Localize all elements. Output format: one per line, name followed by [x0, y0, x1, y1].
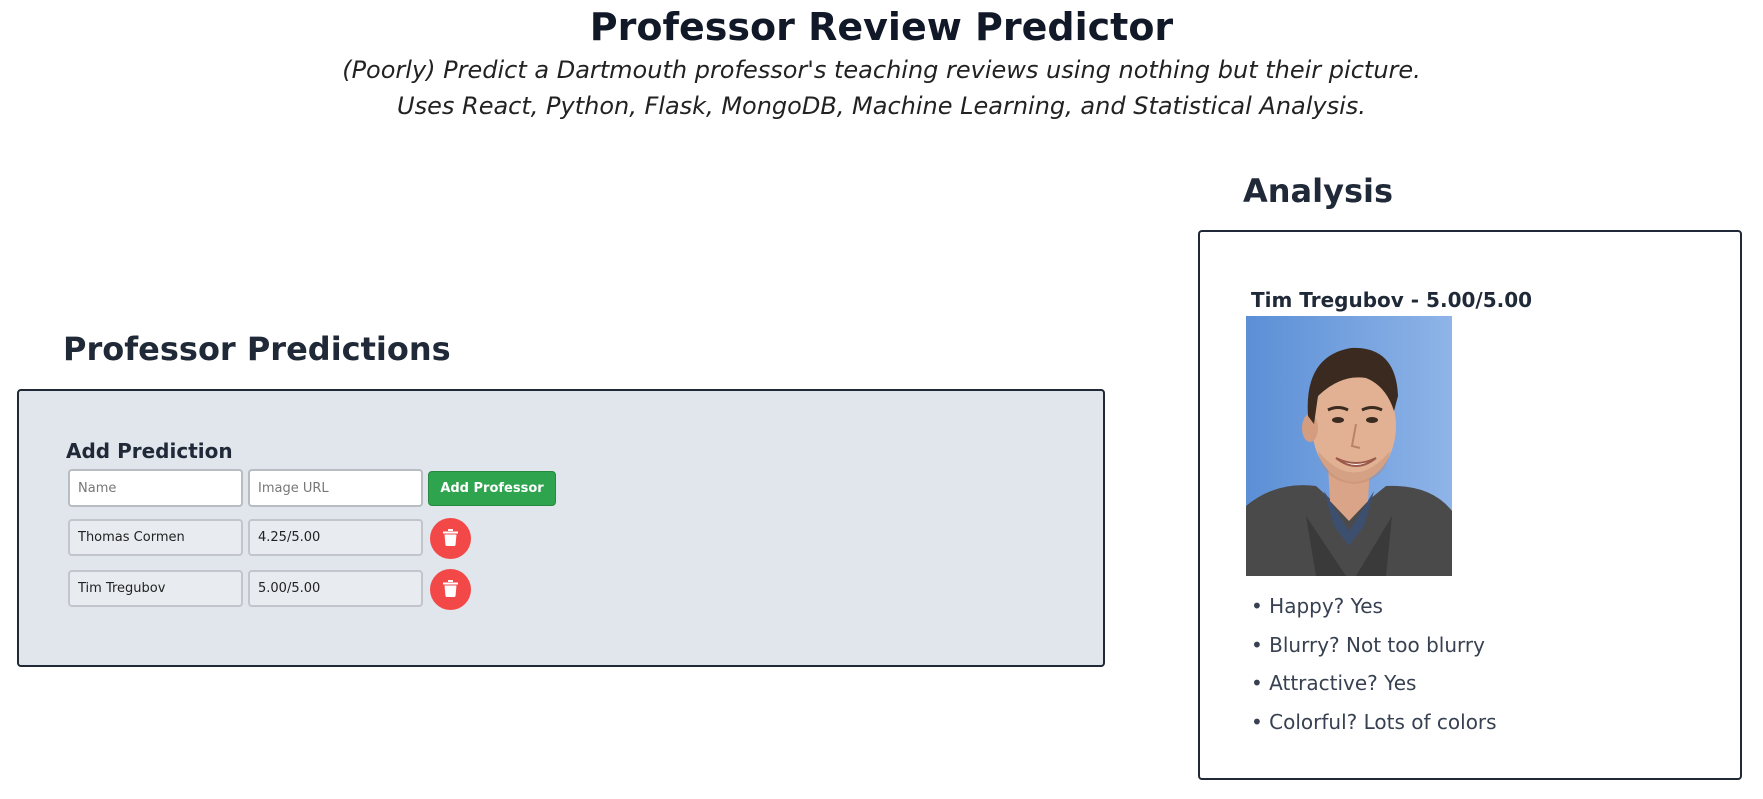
- image-url-input[interactable]: [248, 469, 423, 507]
- trait-list: • Happy? Yes • Blurry? Not too blurry • …: [1251, 587, 1497, 741]
- page-subtitle-line-1: (Poorly) Predict a Dartmouth professor's…: [342, 56, 1421, 84]
- analysis-panel: Tim Tregubov - 5.00/5.00 • Happy? Yes • …: [1198, 230, 1742, 780]
- add-professor-button[interactable]: Add Professor: [428, 471, 556, 506]
- predictions-heading: Professor Predictions: [63, 330, 451, 368]
- delete-prediction-button[interactable]: [430, 518, 471, 559]
- header: Professor Review Predictor (Poorly) Pred…: [0, 4, 1763, 124]
- prediction-score-field[interactable]: 4.25/5.00: [248, 519, 423, 556]
- add-prediction-title: Add Prediction: [66, 439, 233, 463]
- trait-item: • Colorful? Lots of colors: [1251, 709, 1497, 734]
- predictions-panel: Add Prediction Add Professor Thomas Corm…: [17, 389, 1105, 667]
- name-input[interactable]: [68, 469, 243, 507]
- prediction-score-field[interactable]: 5.00/5.00: [248, 570, 423, 607]
- page-subtitle-line-2: Uses React, Python, Flask, MongoDB, Mach…: [397, 92, 1366, 120]
- trait-item: • Attractive? Yes: [1251, 671, 1417, 695]
- delete-prediction-button[interactable]: [430, 569, 471, 610]
- page: Professor Review Predictor (Poorly) Pred…: [0, 0, 1763, 799]
- trait-item: • Blurry? Not too blurry: [1251, 632, 1485, 657]
- trash-icon: [443, 528, 458, 549]
- analysis-professor-score: Tim Tregubov - 5.00/5.00: [1251, 288, 1533, 312]
- prediction-name-field[interactable]: Tim Tregubov: [68, 570, 243, 607]
- trash-icon: [443, 579, 458, 600]
- professor-photo: [1246, 316, 1452, 576]
- analysis-heading: Analysis: [1243, 172, 1394, 210]
- page-title: Professor Review Predictor: [589, 5, 1174, 49]
- prediction-name-field[interactable]: Thomas Cormen: [68, 519, 243, 556]
- trait-item: • Happy? Yes: [1251, 594, 1383, 618]
